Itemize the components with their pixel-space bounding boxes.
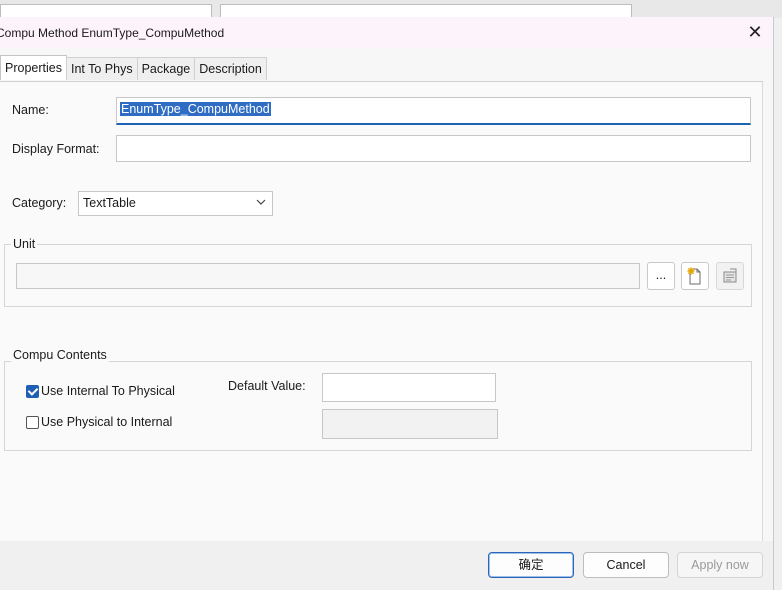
default-value-input[interactable] [322, 373, 496, 402]
tab-package[interactable]: Package [136, 57, 196, 80]
dialog-footer: 确定 Cancel Apply now [0, 541, 773, 590]
category-value: TextTable [83, 196, 136, 210]
properties-icon [721, 268, 739, 288]
tab-int-to-phys[interactable]: Int To Phys [65, 57, 138, 80]
cancel-button[interactable]: Cancel [583, 552, 669, 578]
compu-contents-title: Compu Contents [11, 348, 109, 362]
display-format-input[interactable] [116, 135, 751, 162]
use-phys-to-int-label[interactable]: Use Physical to Internal [41, 415, 172, 429]
use-int-to-phys-checkbox[interactable] [26, 385, 39, 398]
unit-group-title: Unit [11, 237, 38, 251]
category-select[interactable]: TextTable [78, 191, 273, 216]
tab-strip: Properties Int To Phys Package Descripti… [0, 55, 267, 81]
phys-to-int-default-input [322, 409, 498, 439]
unit-input[interactable] [16, 263, 640, 289]
name-value: EnumType_CompuMethod [120, 102, 271, 116]
dialog-title: Compu Method EnumType_CompuMethod [0, 26, 225, 40]
close-icon[interactable]: ✕ [745, 22, 765, 42]
default-value-label: Default Value: [228, 379, 306, 393]
tab-description[interactable]: Description [194, 57, 267, 80]
use-phys-to-int-checkbox[interactable] [26, 416, 39, 429]
compu-method-dialog: Compu Method EnumType_CompuMethod ✕ Prop… [0, 17, 774, 590]
ok-button[interactable]: 确定 [488, 552, 574, 578]
apply-now-button[interactable]: Apply now [677, 552, 763, 578]
name-input[interactable]: EnumType_CompuMethod [116, 97, 751, 125]
unit-edit-button[interactable] [716, 262, 744, 290]
name-label: Name: [12, 103, 49, 117]
chevron-down-icon [256, 194, 266, 213]
new-document-icon [686, 267, 704, 289]
display-format-label: Display Format: [12, 142, 100, 156]
title-bar: Compu Method EnumType_CompuMethod ✕ [0, 17, 773, 48]
category-label: Category: [12, 196, 67, 210]
properties-panel: Name: EnumType_CompuMethod Display Forma… [0, 81, 763, 542]
tab-properties[interactable]: Properties [0, 55, 67, 80]
unit-new-button[interactable] [681, 262, 709, 290]
unit-browse-button[interactable]: ... [647, 262, 675, 290]
use-int-to-phys-label[interactable]: Use Internal To Physical [41, 384, 175, 398]
